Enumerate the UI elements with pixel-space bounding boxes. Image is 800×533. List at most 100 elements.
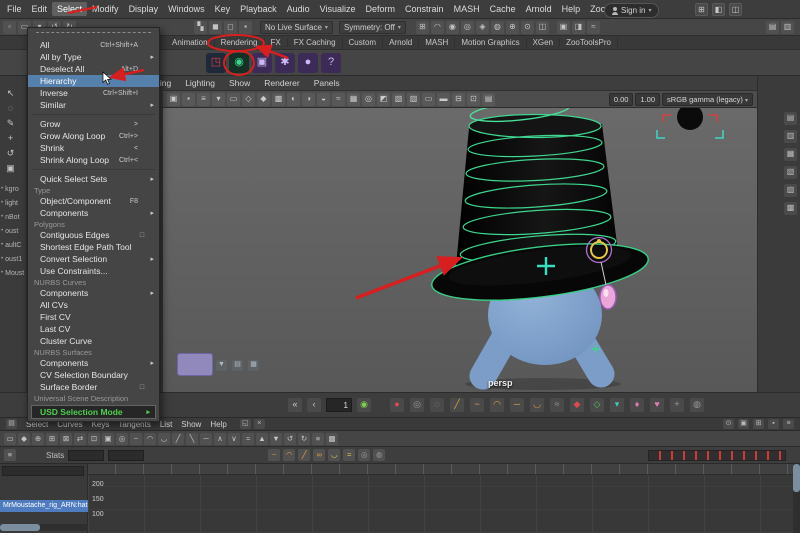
clamped-tangent-icon[interactable]: ◡: [158, 432, 170, 445]
menubar-item[interactable]: Select: [52, 2, 88, 16]
auto-tangent-icon[interactable]: ~: [130, 432, 142, 445]
new-scene-icon[interactable]: ▫: [3, 20, 16, 34]
camera-attributes-icon[interactable]: ≡: [197, 92, 210, 106]
linear-tangent-icon[interactable]: ╱: [172, 432, 184, 445]
step-in-tangent-icon[interactable]: ∧: [214, 432, 226, 445]
menubar-item[interactable]: Constrain: [400, 2, 449, 16]
select-menu-item[interactable]: Inverse Ctrl+Shift+I: [28, 87, 159, 99]
shelf-tab[interactable]: Arnold: [383, 38, 420, 47]
select-menu-item[interactable]: Deselect All Alt+D: [28, 63, 159, 75]
shelf-tab[interactable]: Motion Graphics: [455, 38, 527, 47]
colorspace-dropdown[interactable]: sRGB gamma (legacy) ▾: [662, 92, 753, 106]
region-select-icon[interactable]: ⊠: [60, 432, 72, 445]
breakdown-key-icon[interactable]: ◇: [590, 398, 604, 412]
toolbar-options-icon[interactable]: ≡: [4, 449, 16, 461]
outliner-item[interactable]: • nBot: [1, 210, 27, 224]
make-live-icon[interactable]: ◍: [490, 20, 504, 34]
select-menu-item[interactable]: First CV: [28, 311, 159, 323]
shelf-tab[interactable]: ZooToolsPro: [560, 38, 618, 47]
viewport-menu-item[interactable]: Panels: [314, 78, 340, 88]
step-tangent-icon[interactable]: ◡: [530, 398, 544, 412]
sphere-icon[interactable]: ●: [298, 52, 318, 73]
menubar-item[interactable]: MASH: [449, 2, 485, 16]
camera-icon[interactable]: ▣: [252, 52, 272, 73]
channel-list-item[interactable]: [0, 464, 88, 476]
soft-select-icon[interactable]: ⊙: [520, 20, 534, 34]
channel-list-item[interactable]: MrMoustache_rig_ARN:hat: [0, 500, 88, 512]
move-key-icon[interactable]: ▭: [4, 432, 16, 445]
select-menu-item[interactable]: Contiguous Edges □: [28, 229, 159, 241]
buffer-curves-icon[interactable]: ≈: [550, 398, 564, 412]
select-menu-item[interactable]: Components ▸: [28, 357, 159, 369]
multisample-aa-icon[interactable]: ▦: [347, 92, 360, 106]
select-menu-item[interactable]: [32, 111, 155, 115]
select-menu-item[interactable]: Grow >: [28, 118, 159, 130]
symmetry-dropdown[interactable]: Symmetry: Off ▾: [338, 20, 406, 34]
curve-graph-area[interactable]: 200 150 100: [88, 464, 800, 533]
outliner-tab-icon[interactable]: ▩: [784, 202, 797, 215]
stats-value-field[interactable]: [68, 449, 105, 461]
select-menu-item[interactable]: Convert Selection ▸: [28, 253, 159, 265]
menubar-item[interactable]: Audio: [282, 2, 315, 16]
lattice-deform-icon[interactable]: ⊞: [46, 432, 58, 445]
select-menu-item[interactable]: Shrink <: [28, 142, 159, 154]
shelf-tab[interactable]: Animation: [166, 38, 215, 47]
select-menu-item[interactable]: All Ctrl+Shift+A: [28, 39, 159, 51]
snap-toggle-icon[interactable]: ▪: [239, 20, 252, 34]
exposure-field[interactable]: 0.00: [608, 92, 634, 106]
select-menu-item[interactable]: Cluster Curve: [28, 335, 159, 347]
character-set-icon[interactable]: ♦: [630, 398, 644, 412]
ge-grid-icon[interactable]: ⊞: [753, 419, 764, 429]
shelf-tab[interactable]: Custom: [343, 38, 384, 47]
render-view-icon[interactable]: ◳: [206, 52, 226, 73]
outliner-item[interactable]: • aultC: [1, 238, 27, 252]
auto-key-icon[interactable]: ●: [390, 398, 404, 412]
set-key-icon[interactable]: ◆: [570, 398, 584, 412]
spline-tangent-icon[interactable]: ◠: [144, 432, 156, 445]
favorites-heart-icon[interactable]: ♥: [650, 398, 664, 412]
select-menu-item[interactable]: All CVs: [28, 299, 159, 311]
film-gate-hud-icon[interactable]: ▦: [248, 360, 259, 371]
snap-curve-icon[interactable]: ◠: [430, 20, 444, 34]
modeling-toolkit-tab-icon[interactable]: ▧: [784, 166, 797, 179]
resolution-gate-icon[interactable]: ▭: [422, 92, 435, 106]
select-menu-item[interactable]: Grow Along Loop Ctrl+>: [28, 130, 159, 142]
joint-xray-icon[interactable]: ▨: [407, 92, 420, 106]
snap-point-icon[interactable]: ◉: [445, 20, 459, 34]
select-hierarchy-icon[interactable]: ▚: [194, 20, 207, 34]
stats-frame-field[interactable]: [108, 449, 145, 461]
select-menu-item[interactable]: Last CV: [28, 323, 159, 335]
select-menu-item[interactable]: NURBS Surfaces: [28, 347, 159, 357]
step-out-tangent-icon[interactable]: ∨: [228, 432, 240, 445]
field-chart-icon[interactable]: ⊟: [452, 92, 465, 106]
xray-mode-icon[interactable]: ▧: [392, 92, 405, 106]
select-component-icon[interactable]: ◻: [224, 20, 237, 34]
outliner-item[interactable]: • kgro: [1, 182, 27, 196]
image-plane-icon[interactable]: ▭: [227, 92, 240, 106]
select-object-icon[interactable]: ◼: [209, 20, 222, 34]
bookmarks-icon[interactable]: ▾: [212, 92, 225, 106]
absolute-view-icon[interactable]: ~: [268, 449, 281, 461]
redo-view-icon[interactable]: ↻: [298, 432, 310, 445]
menubar-item[interactable]: Playback: [235, 2, 282, 16]
depth-of-field-icon[interactable]: ◎: [362, 92, 375, 106]
help-icon[interactable]: ?: [321, 52, 341, 73]
snap-grid-icon[interactable]: ⊞: [415, 20, 429, 34]
ge-lock-icon[interactable]: ▪: [768, 419, 779, 429]
motion-blur-icon[interactable]: ≈: [332, 92, 345, 106]
shelf-tab[interactable]: FX Caching: [288, 38, 343, 47]
menubar-item[interactable]: Edit: [27, 2, 53, 16]
viewport-menu-item[interactable]: Renderer: [264, 78, 299, 88]
panel-maximize-icon[interactable]: ◱: [239, 419, 251, 429]
step-back-icon[interactable]: ‹: [307, 398, 321, 412]
lasso-tool-icon[interactable]: ◌: [3, 101, 18, 115]
four-pane-icon[interactable]: ◫: [729, 3, 742, 16]
select-menu-item[interactable]: [36, 32, 151, 37]
select-menu-item[interactable]: USD Selection Mode ▸: [31, 405, 156, 419]
post-infinity-icon[interactable]: ▼: [270, 432, 282, 445]
occlusion-icon[interactable]: ◒: [317, 92, 330, 106]
select-menu-item[interactable]: Type: [28, 185, 159, 195]
simplify-curve-icon[interactable]: ≈: [343, 449, 356, 461]
flat-tangent-icon[interactable]: ─: [510, 398, 524, 412]
menubar-item[interactable]: Modify: [87, 2, 124, 16]
